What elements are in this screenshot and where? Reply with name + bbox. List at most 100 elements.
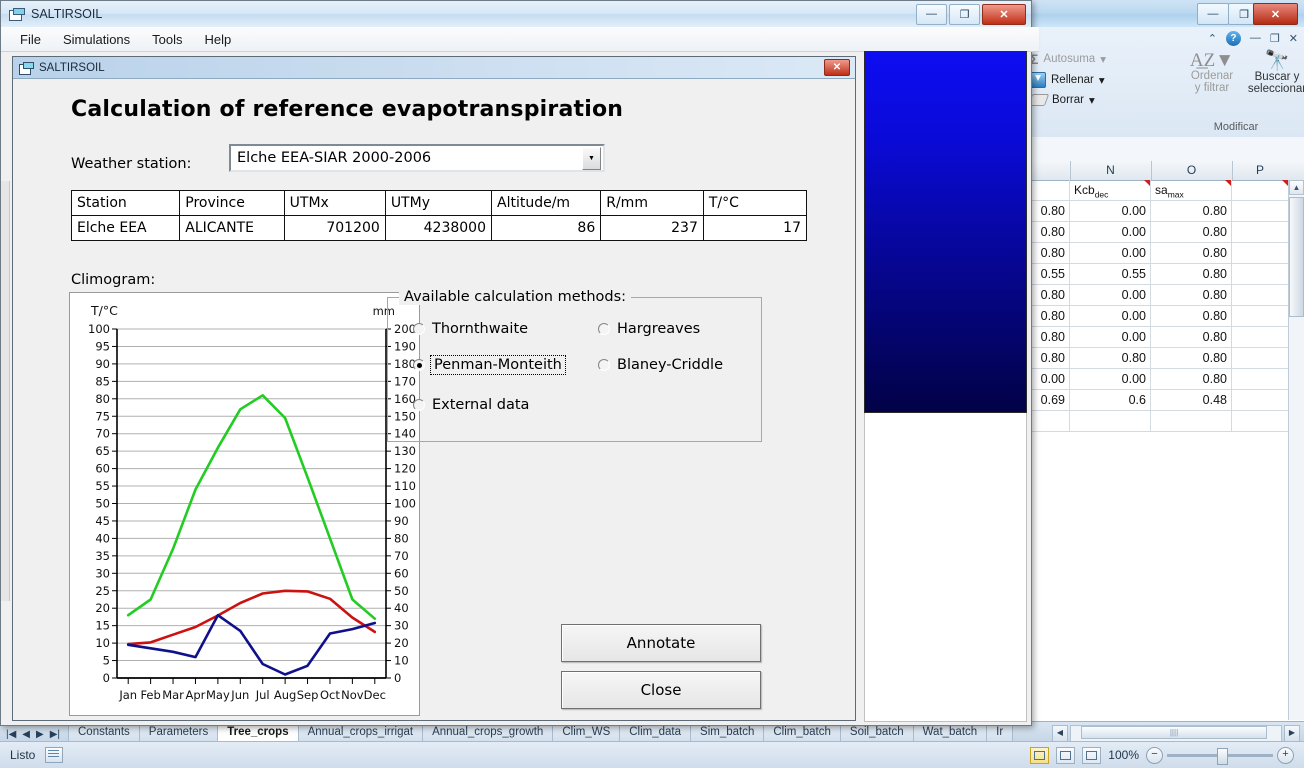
table-row[interactable]: 0.80 0.80 0.80: [1022, 348, 1304, 369]
table-row[interactable]: 0.00 0.00 0.80: [1022, 369, 1304, 390]
cell-kcb-dec-header[interactable]: Kcbdec: [1070, 180, 1151, 200]
cell[interactable]: 0.55: [1070, 264, 1151, 284]
zoom-out-button[interactable]: −: [1146, 746, 1163, 764]
cell[interactable]: [1232, 348, 1288, 368]
radio-hargreaves[interactable]: Hargreaves: [598, 321, 700, 337]
cell[interactable]: 0.00: [1070, 243, 1151, 263]
workbook-restore-icon[interactable]: ❐: [1270, 32, 1280, 45]
maximize-button[interactable]: ❐: [949, 3, 980, 25]
sort-filter-button[interactable]: A͟Z▼ Ordenar y filtrar: [1180, 51, 1244, 94]
table-row[interactable]: 0.80 0.00 0.80: [1022, 222, 1304, 243]
page-break-icon[interactable]: [1082, 746, 1102, 764]
hscrollbar-thumb[interactable]: ||||: [1081, 726, 1267, 739]
cell[interactable]: [1232, 201, 1288, 221]
table-row[interactable]: 0.55 0.55 0.80: [1022, 264, 1304, 285]
dialog-close-button[interactable]: ✕: [824, 59, 850, 76]
table-row[interactable]: 0.69 0.6 0.48: [1022, 390, 1304, 411]
ribbon-collapse-icon[interactable]: ⌃: [1208, 32, 1217, 45]
radio-penman-monteith[interactable]: Penman-Monteith: [413, 355, 566, 375]
radio-button-icon[interactable]: [413, 359, 425, 371]
zoom-track[interactable]: [1167, 747, 1273, 765]
zoom-slider[interactable]: − +: [1146, 746, 1294, 765]
cell[interactable]: 0.80: [1151, 369, 1232, 389]
cell[interactable]: 0.80: [1151, 327, 1232, 347]
minimize-button[interactable]: —: [916, 3, 947, 25]
record-macro-icon[interactable]: [45, 747, 64, 763]
cell[interactable]: [1232, 222, 1288, 242]
cell[interactable]: 0.80: [1151, 222, 1232, 242]
cell[interactable]: 0.00: [1070, 222, 1151, 242]
zoom-knob[interactable]: [1217, 747, 1228, 765]
menu-simulations[interactable]: Simulations: [52, 29, 141, 50]
zoom-level[interactable]: 100%: [1108, 748, 1139, 762]
radio-button-icon[interactable]: [598, 323, 610, 335]
cell[interactable]: [1232, 369, 1288, 389]
cell[interactable]: 0.80: [1151, 285, 1232, 305]
radio-external-data[interactable]: External data: [413, 397, 529, 413]
last-sheet-icon[interactable]: ▶|: [50, 729, 60, 740]
radio-thornthwaite[interactable]: Thornthwaite: [413, 321, 528, 337]
column-header-n[interactable]: N: [1070, 161, 1152, 180]
cell[interactable]: [1232, 390, 1288, 410]
excel-close-button[interactable]: ✕: [1253, 3, 1298, 25]
annotate-button[interactable]: Annotate: [561, 624, 761, 662]
menu-file[interactable]: File: [9, 29, 52, 50]
cell[interactable]: [1232, 264, 1288, 284]
cell[interactable]: [1232, 285, 1288, 305]
cell[interactable]: 0.6: [1070, 390, 1151, 410]
column-header-p[interactable]: P: [1232, 161, 1288, 180]
chevron-down-icon[interactable]: ▼: [582, 146, 601, 170]
radio-blaney-criddle[interactable]: Blaney-Criddle: [598, 357, 723, 373]
cell[interactable]: [1232, 411, 1288, 431]
table-row[interactable]: 0.80 0.00 0.80: [1022, 327, 1304, 348]
cell[interactable]: [1232, 180, 1288, 200]
cell[interactable]: 0.00: [1070, 327, 1151, 347]
cell-sa-max-header[interactable]: samax: [1151, 180, 1232, 200]
cell[interactable]: 0.00: [1070, 285, 1151, 305]
help-icon[interactable]: ?: [1225, 30, 1241, 46]
table-row[interactable]: Kcbdec samax: [1022, 180, 1304, 201]
table-row[interactable]: 0.80 0.00 0.80: [1022, 201, 1304, 222]
close-button[interactable]: Close: [561, 671, 761, 709]
fill-arrow[interactable]: ▾: [1099, 73, 1105, 87]
table-row[interactable]: 0.80 0.00 0.80: [1022, 306, 1304, 327]
excel-spreadsheet[interactable]: N O P Kcbdec samax 0.80 0.00 0.80 0.80 0…: [1022, 161, 1304, 726]
prev-sheet-icon[interactable]: ◀: [22, 729, 30, 740]
cell[interactable]: [1232, 327, 1288, 347]
hscroll-left-icon[interactable]: ◀: [1052, 725, 1068, 742]
table-row[interactable]: 0.80 0.00 0.80: [1022, 285, 1304, 306]
cell[interactable]: 0.80: [1151, 306, 1232, 326]
excel-formula-bar[interactable]: [1022, 137, 1304, 162]
cell[interactable]: 0.80: [1151, 264, 1232, 284]
scroll-up-icon[interactable]: ▲: [1289, 180, 1304, 195]
menu-tools[interactable]: Tools: [141, 29, 193, 50]
workbook-close-icon[interactable]: ✕: [1289, 32, 1298, 45]
weather-station-select[interactable]: Elche EEA-SIAR 2000-2006 ▼: [229, 144, 605, 172]
radio-button-icon[interactable]: [598, 359, 610, 371]
cell[interactable]: 0.80: [1151, 348, 1232, 368]
cell[interactable]: 0.00: [1070, 201, 1151, 221]
page-layout-icon[interactable]: [1056, 746, 1076, 764]
workbook-minimize-icon[interactable]: —: [1250, 32, 1261, 44]
cell[interactable]: 0.80: [1070, 348, 1151, 368]
cell[interactable]: 0.80: [1151, 201, 1232, 221]
clear-button[interactable]: Borrar ▾: [1027, 93, 1304, 107]
cell[interactable]: 0.00: [1070, 369, 1151, 389]
cell[interactable]: 0.80: [1151, 243, 1232, 263]
cell[interactable]: 0.48: [1151, 390, 1232, 410]
radio-button-icon[interactable]: [413, 323, 425, 335]
normal-view-icon[interactable]: [1030, 746, 1050, 764]
hscroll-right-icon[interactable]: ▶: [1284, 725, 1300, 742]
cell[interactable]: 0.00: [1070, 306, 1151, 326]
vertical-scrollbar[interactable]: ▲: [1288, 180, 1304, 720]
radio-button-icon[interactable]: [413, 399, 425, 411]
menu-help[interactable]: Help: [194, 29, 243, 50]
cell[interactable]: [1232, 243, 1288, 263]
next-sheet-icon[interactable]: ▶: [36, 729, 44, 740]
find-select-button[interactable]: 🔭 Buscar y seleccionar: [1242, 51, 1304, 95]
close-button[interactable]: ✕: [982, 3, 1026, 25]
autosum-arrow[interactable]: ▾: [1100, 52, 1106, 66]
cell[interactable]: [1232, 306, 1288, 326]
table-row[interactable]: 0.80 0.00 0.80: [1022, 243, 1304, 264]
horizontal-scrollbar[interactable]: ||||: [1070, 725, 1282, 742]
